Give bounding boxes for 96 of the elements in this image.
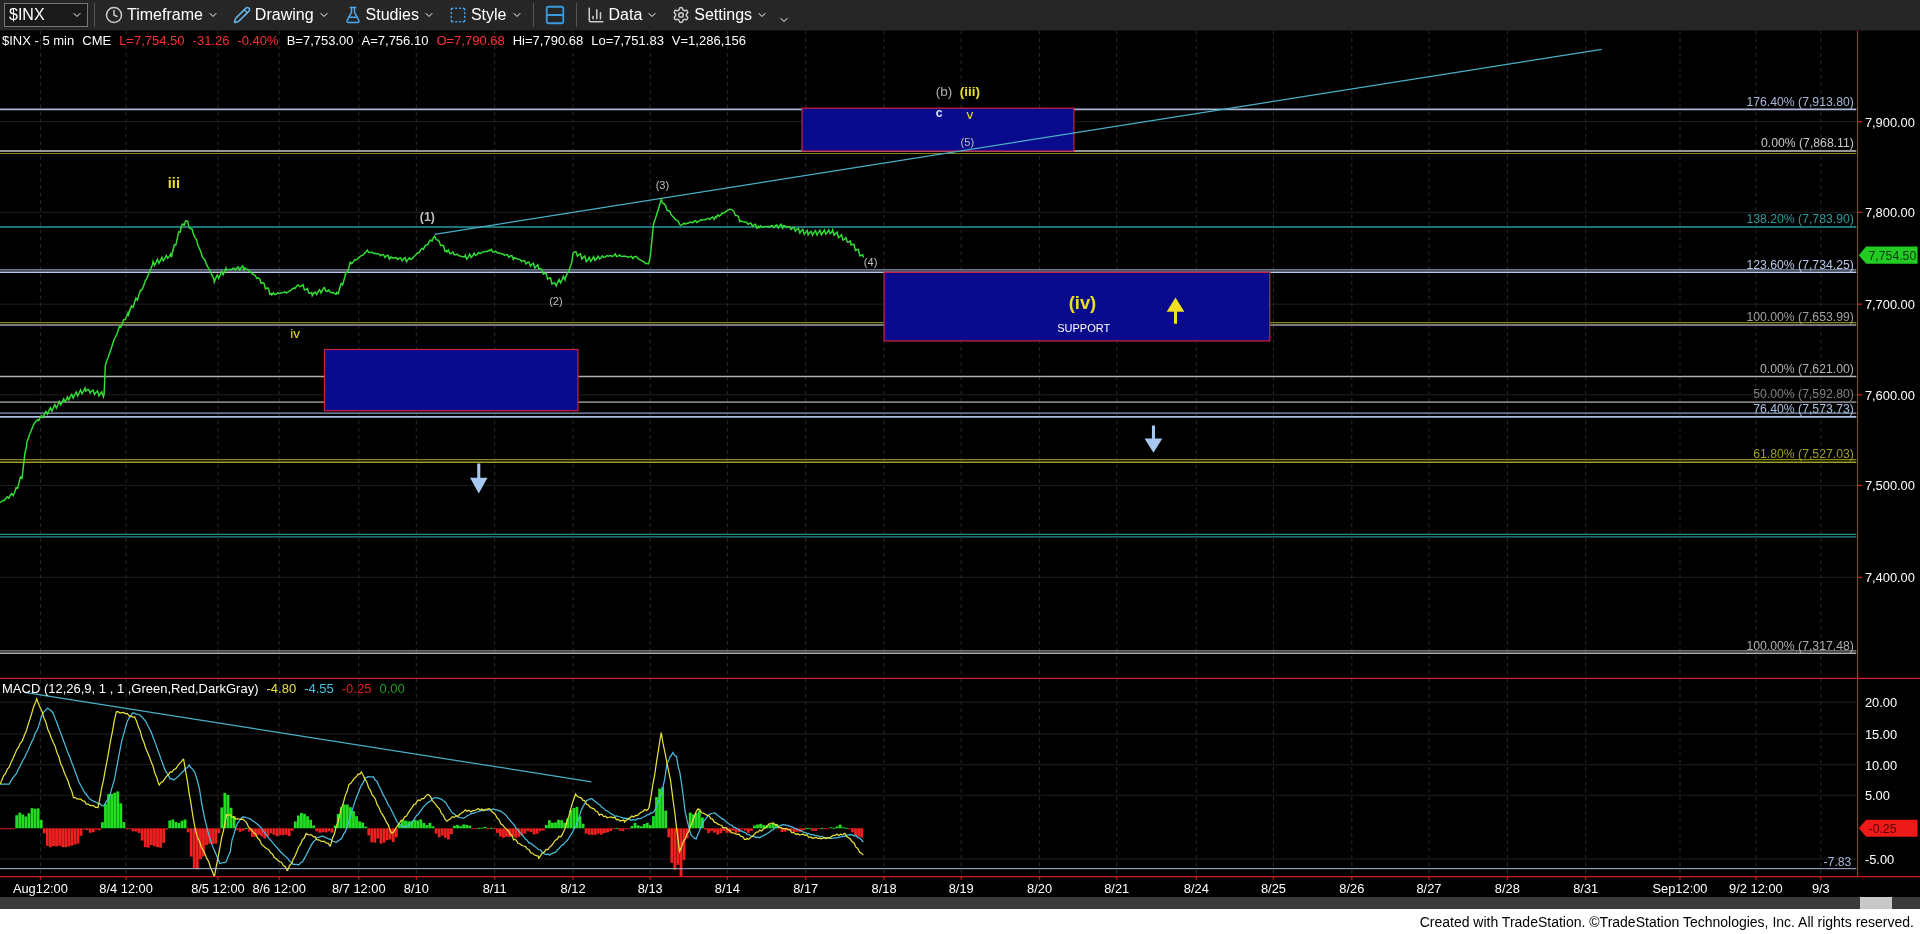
date-axis-label: 8/10 [403,880,429,896]
date-axis-label: 8/13 [637,880,663,896]
wave-label: (b) [935,83,953,99]
macd-axis-label: 5.00 [1864,787,1890,803]
scrollbar[interactable] [0,897,1920,910]
symbol-dropdown[interactable]: $INX [4,2,88,27]
date-axis-label: 8/28 [1494,880,1520,896]
date-axis-label: 8/11 [482,880,507,896]
pen-icon [232,5,251,24]
clock-icon [105,5,123,24]
up-arrow-icon [1167,297,1184,325]
date-axis-label: 8/21 [1104,880,1130,896]
toolbar-menu-button[interactable]: Timeframe [101,0,223,29]
quote-field: L=7,754.50 [119,32,185,48]
toolbar-menu-button[interactable]: Drawing [228,0,334,29]
macd-value: -4.80 [266,680,297,696]
date-axis-label: 8/31 [1573,880,1599,896]
price-axis-label: 7,400.00 [1864,569,1915,585]
fibonacci-level-label: 50.00% (7,592.80) [1753,387,1854,402]
dashed-square-icon [448,5,467,24]
date-axis-label: 8/24 [1183,880,1209,896]
fibonacci-level-label: 138.20% (7,783.90) [1746,211,1854,226]
date-axis-label: 8/18 [871,880,897,896]
wave-label: (5) [960,135,975,148]
fibonacci-level-label: 0.00% (7,868.11) [1760,136,1854,151]
price-axis-label: 7,600.00 [1864,387,1915,403]
date-axis-label: 8/19 [948,880,974,896]
macd-value: -0.25 [341,680,372,696]
wave-label: iv [290,326,300,342]
wave-label: (1) [419,209,435,224]
bar-chart-icon [586,5,605,24]
date-axis-label: 8/20 [1027,880,1053,896]
date-axis-label: 8/7 12:00 [331,880,386,896]
date-axis-label: 8/25 [1260,880,1286,896]
fibonacci-level-label: 76.40% (7,573.73) [1753,401,1854,416]
date-axis-label: 9/2 12:00 [1729,880,1783,896]
quote-field: $INX - 5 min [2,32,75,48]
macd-low-label: -7.83 [1823,854,1852,869]
wave-label: (iii) [959,83,980,99]
macd-title: MACD (12,26,9, 1 , 1 ,Green,Red,DarkGray) [2,680,259,696]
settings-icon [672,5,691,24]
fibonacci-level-label: 176.40% (7,913.80) [1746,94,1854,109]
wave-label: (4) [863,255,878,268]
quote-field: -31.26 [192,32,230,48]
copyright-text: Created with TradeStation. ©TradeStation Technologies, Inc. All rights reserved. [0,909,1920,934]
macd-axis-label: 10.00 [1864,757,1898,773]
quote-field: Lo=7,751.83 [591,32,664,48]
macd-axis-label: 20.00 [1864,694,1898,710]
quote-field: Hi=7,790.68 [512,32,584,48]
macd-value: 0.00 [379,680,405,696]
price-axis-label: 7,900.00 [1864,114,1915,130]
macd-last-tag: -0.25 [1858,819,1918,837]
wave-label: c [935,105,943,120]
price-axis-label: 7,800.00 [1864,204,1915,220]
flask-icon [343,5,362,24]
date-axis-label: 9/3 [1811,880,1830,896]
date-axis-label: 8/6 12:00 [252,880,306,896]
date-axis-label: 8/27 [1416,880,1442,896]
last-price-tag: 7,754.50 [1858,246,1918,264]
wave-label: (3) [655,178,670,191]
date-axis-label: Aug12:00 [12,880,68,896]
fibonacci-level-label: 100.00% (7,317.48) [1746,638,1854,653]
toolbar-menu-button[interactable]: Studies [339,0,439,29]
support-label: SUPPORT [1057,322,1111,334]
macd-axis-label: -5.00 [1864,851,1895,867]
quote-field: V=1,286,156 [671,32,746,48]
fibonacci-level-label: 61.80% (7,527.03) [1753,447,1854,462]
date-axis-label: 8/4 12:00 [99,880,153,896]
down-arrow-icon [471,461,487,494]
date-axis-label: 8/12 [560,880,586,896]
date-axis-label: 8/14 [714,880,740,896]
quote-field: -0.40% [237,32,279,48]
quote-field: A=7,756.10 [361,32,429,48]
macd-value: -4.55 [304,680,334,696]
fibonacci-level-label: 100.00% (7,653.99) [1746,309,1854,324]
date-axis-label: 8/26 [1339,880,1365,896]
quote-field: CME [82,32,112,48]
wave-label: iii [167,174,180,191]
date-axis-label: Sep12:00 [1652,880,1708,896]
price-axis-label: 7,700.00 [1864,296,1915,312]
quote-field: B=7,753.00 [286,32,354,48]
wave-label: v [966,106,974,122]
fibonacci-level-label: 0.00% (7,621.00) [1760,361,1854,376]
toolbar-menu-button[interactable]: Style [444,0,527,29]
date-axis-label: 8/17 [793,880,819,896]
stacked-rows-icon [543,3,566,26]
macd-axis-label: 15.00 [1864,726,1898,742]
wave-label: (2) [549,295,563,308]
date-axis-label: 8/5 12:00 [191,880,245,896]
wave-label: (iv) [1068,291,1097,313]
price-axis-label: 7,500.00 [1864,478,1915,493]
toolbar-menu-button[interactable]: Settings [668,0,773,29]
down-arrow-icon [1145,423,1162,453]
toolbar-menu-button[interactable]: Data [582,0,663,29]
quote-field: O=7,790.68 [436,32,505,48]
fibonacci-level-label: 123.60% (7,734.25) [1746,257,1854,272]
